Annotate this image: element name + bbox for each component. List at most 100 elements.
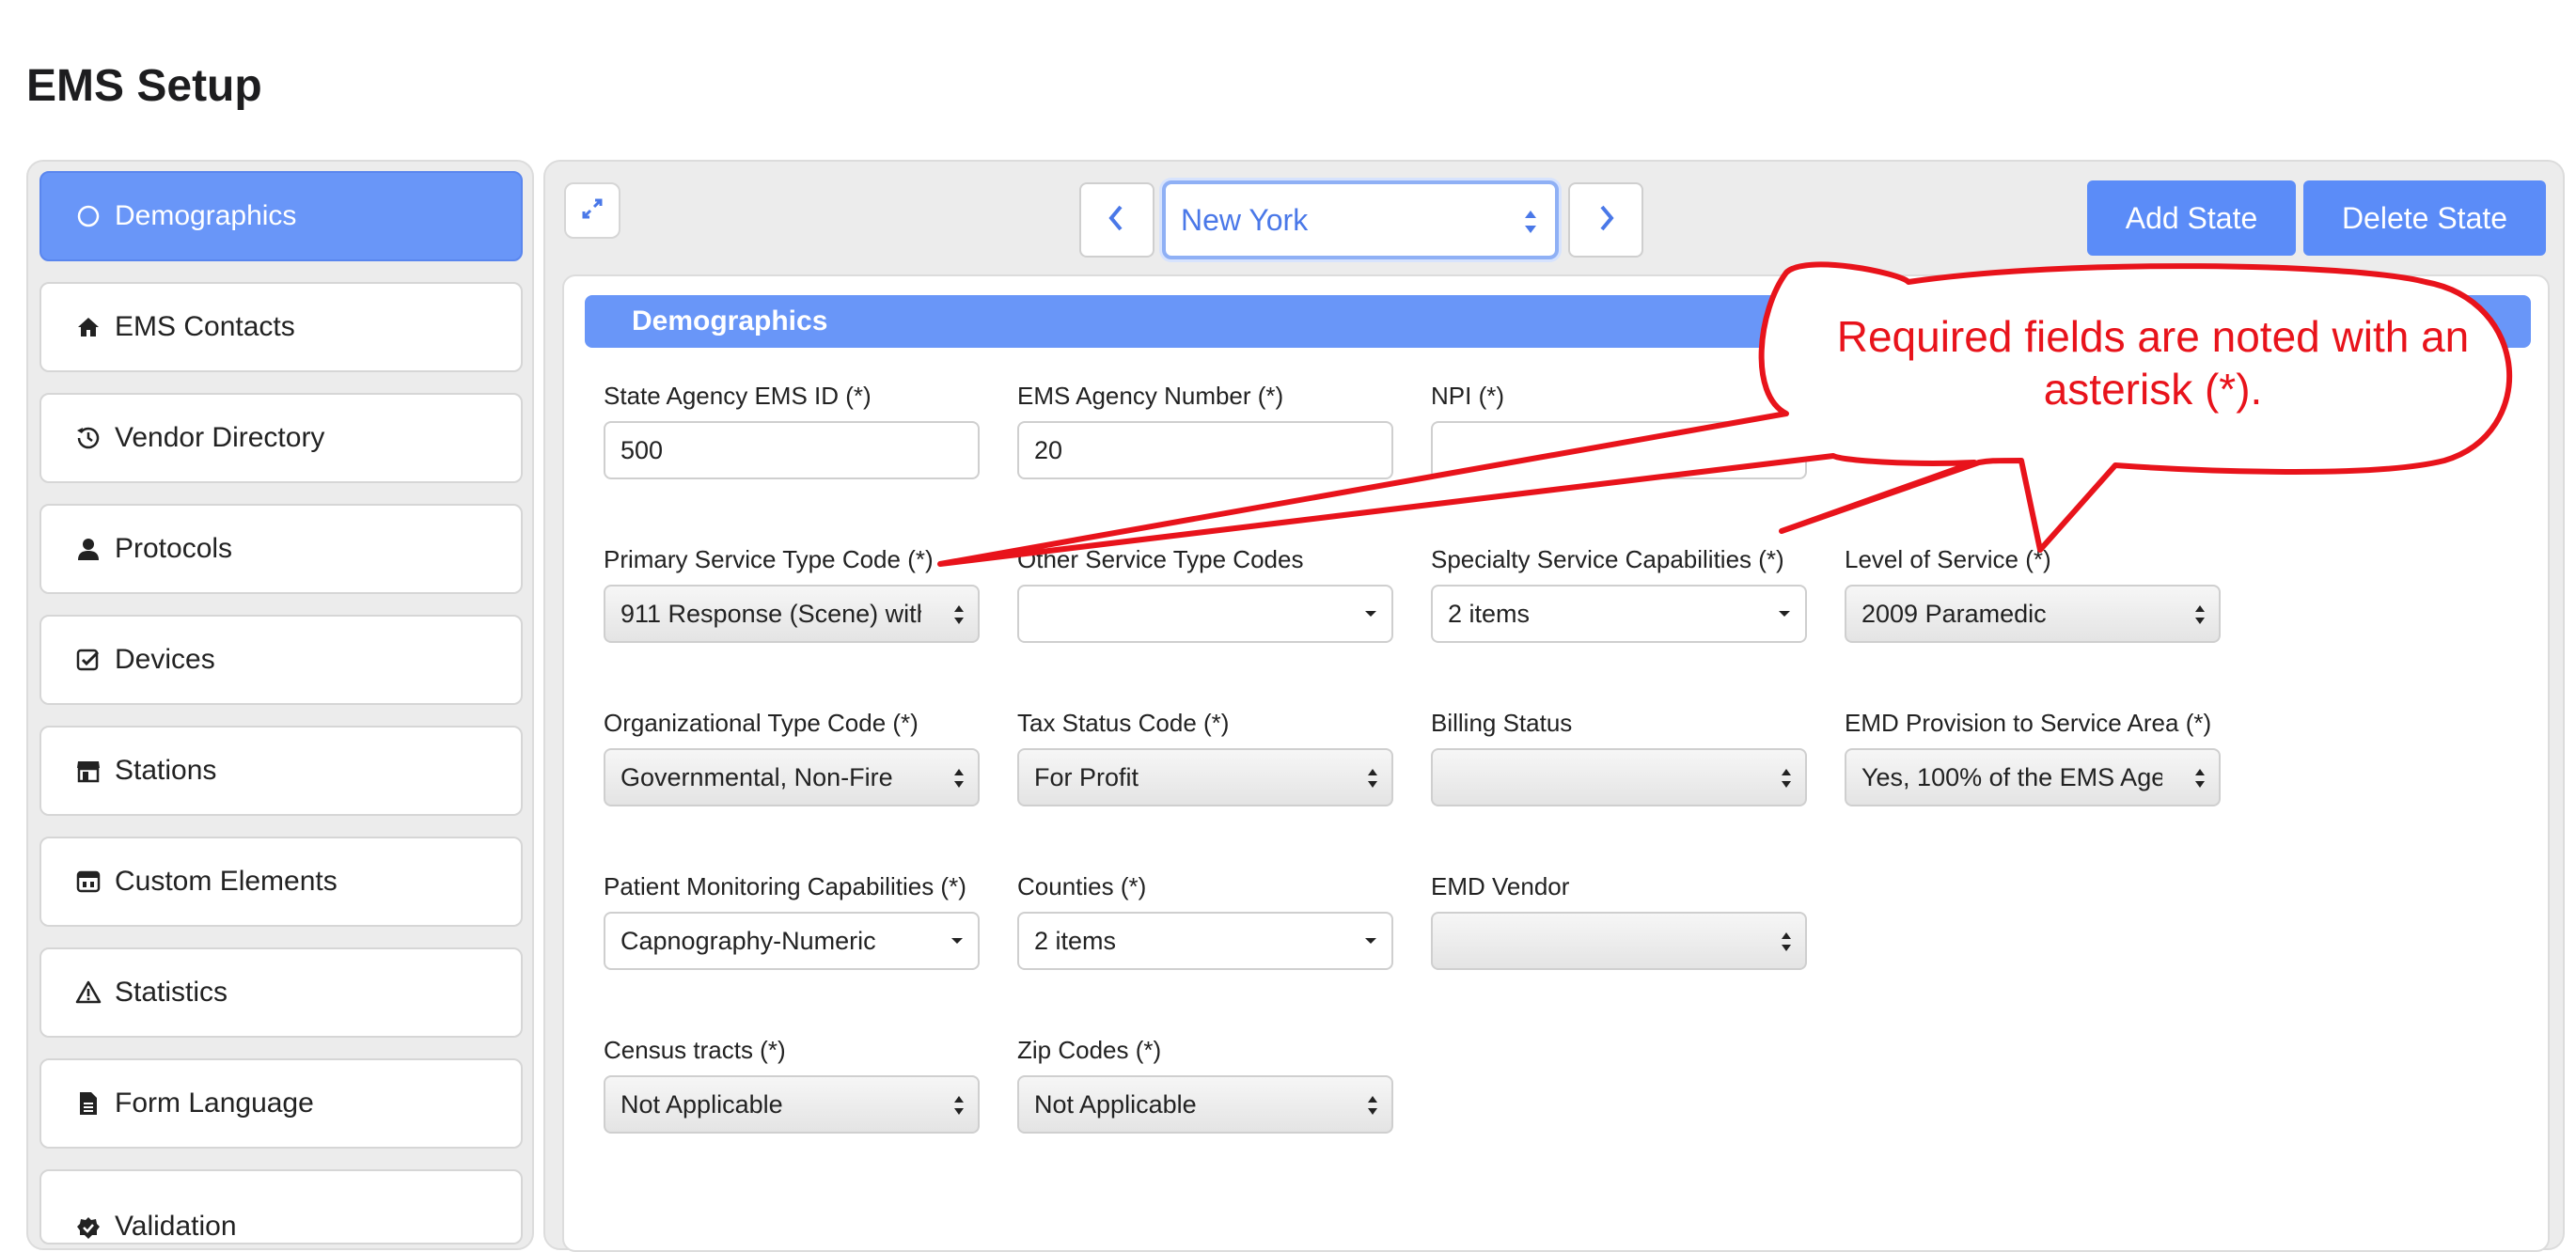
sidebar-item-label: Protocols xyxy=(115,533,233,564)
store-icon xyxy=(71,757,105,785)
state-agency-ems-id-input[interactable]: 500 xyxy=(604,421,980,479)
page-title: EMS Setup xyxy=(26,61,262,111)
field-level-of-service: Level of Service (*) 2009 Paramedic xyxy=(1845,543,2221,643)
tax-status-select[interactable]: For Profit xyxy=(1017,748,1393,806)
sidebar-item-label: Stations xyxy=(115,755,217,786)
sidebar-item-label: Demographics xyxy=(115,200,297,231)
other-service-type-select[interactable] xyxy=(1017,585,1393,643)
emd-vendor-select[interactable] xyxy=(1431,912,1807,970)
caret-down-icon xyxy=(1363,587,1378,641)
field-label: Zip Codes (*) xyxy=(1017,1036,1162,1064)
sidebar-item-stations[interactable]: Stations xyxy=(39,726,523,816)
select-arrows-icon xyxy=(1365,1090,1380,1120)
counties-select[interactable]: 2 items xyxy=(1017,912,1393,970)
field-organizational-type-code: Organizational Type Code (*) Governmenta… xyxy=(604,707,980,806)
field-state-agency-ems-id: State Agency EMS ID (*) 500 xyxy=(604,380,980,479)
npi-input[interactable] xyxy=(1431,421,1807,479)
chevron-left-icon xyxy=(1106,203,1128,238)
field-label: NPI (*) xyxy=(1431,382,1504,410)
check-square-icon xyxy=(71,646,105,674)
zip-codes-select[interactable]: Not Applicable xyxy=(1017,1075,1393,1134)
caret-down-icon xyxy=(1777,587,1792,641)
add-state-button[interactable]: Add State xyxy=(2087,180,2296,256)
sidebar-item-devices[interactable]: Devices xyxy=(39,615,523,705)
field-ems-agency-number: EMS Agency Number (*) 20 xyxy=(1017,380,1393,479)
census-tracts-select[interactable]: Not Applicable xyxy=(604,1075,980,1134)
field-label: Billing Status xyxy=(1431,709,1573,737)
sidebar-item-statistics[interactable]: Statistics xyxy=(39,947,523,1038)
sidebar-item-label: Validation xyxy=(115,1211,237,1242)
emd-provision-select[interactable]: Yes, 100% of the EMS Agency's Service Ar… xyxy=(1845,748,2221,806)
field-zip-codes: Zip Codes (*) Not Applicable xyxy=(1017,1034,1393,1134)
patient-monitoring-select[interactable]: Capnography-Numeric xyxy=(604,912,980,970)
select-arrows-icon xyxy=(951,1090,966,1120)
select-arrows-icon xyxy=(1521,203,1540,241)
field-label: Primary Service Type Code (*) xyxy=(604,545,934,573)
field-label: EMD Vendor xyxy=(1431,872,1570,900)
sidebar-item-label: EMS Contacts xyxy=(115,311,295,342)
ems-agency-number-input[interactable]: 20 xyxy=(1017,421,1393,479)
expand-button[interactable] xyxy=(564,182,620,239)
select-arrows-icon xyxy=(2192,600,2207,630)
billing-status-select[interactable] xyxy=(1431,748,1807,806)
field-label: Other Service Type Codes xyxy=(1017,545,1304,573)
field-primary-service-type-code: Primary Service Type Code (*) 911 Respon… xyxy=(604,543,980,643)
state-select[interactable]: New York xyxy=(1162,180,1559,259)
sidebar-item-label: Form Language xyxy=(115,1088,314,1119)
demographics-form: Demographics State Agency EMS ID (*) 500… xyxy=(562,274,2550,1252)
caret-down-icon xyxy=(1363,914,1378,968)
field-emd-provision: EMD Provision to Service Area (*) Yes, 1… xyxy=(1845,707,2221,806)
field-label: Counties (*) xyxy=(1017,872,1147,900)
select-arrows-icon xyxy=(1779,927,1794,957)
field-billing-status: Billing Status xyxy=(1431,707,1807,806)
field-census-tracts: Census tracts (*) Not Applicable xyxy=(604,1034,980,1134)
sidebar-item-validation[interactable]: Validation xyxy=(39,1169,523,1244)
field-label: Organizational Type Code (*) xyxy=(604,709,919,737)
chevron-right-icon xyxy=(1594,203,1617,238)
field-npi: NPI (*) xyxy=(1431,380,1807,479)
field-label: Specialty Service Capabilities (*) xyxy=(1431,545,1784,573)
select-arrows-icon xyxy=(1365,763,1380,793)
field-label: Level of Service (*) xyxy=(1845,545,2051,573)
select-arrows-icon xyxy=(2192,763,2207,793)
specialty-service-select[interactable]: 2 items xyxy=(1431,585,1807,643)
organizational-type-select[interactable]: Governmental, Non-Fire xyxy=(604,748,980,806)
field-label: Tax Status Code (*) xyxy=(1017,709,1230,737)
field-label: EMS Agency Number (*) xyxy=(1017,382,1284,410)
caret-down-icon xyxy=(950,914,965,968)
sidebar-item-demographics[interactable]: Demographics xyxy=(39,171,523,261)
sidebar-item-ems-contacts[interactable]: EMS Contacts xyxy=(39,282,523,372)
field-other-service-type-codes: Other Service Type Codes xyxy=(1017,543,1393,643)
level-of-service-select[interactable]: 2009 Paramedic xyxy=(1845,585,2221,643)
field-emd-vendor: EMD Vendor xyxy=(1431,870,1807,970)
field-tax-status-code: Tax Status Code (*) For Profit xyxy=(1017,707,1393,806)
field-label: EMD Provision to Service Area (*) xyxy=(1845,709,2212,737)
sidebar-item-label: Custom Elements xyxy=(115,866,338,897)
user-icon xyxy=(71,535,105,563)
sidebar-item-protocols[interactable]: Protocols xyxy=(39,504,523,594)
next-state-button[interactable] xyxy=(1568,182,1643,258)
field-label: State Agency EMS ID (*) xyxy=(604,382,872,410)
sidebar-item-vendor-directory[interactable]: Vendor Directory xyxy=(39,393,523,483)
history-icon xyxy=(71,424,105,452)
circle-icon xyxy=(71,202,105,230)
warning-icon xyxy=(71,978,105,1007)
select-arrows-icon xyxy=(951,763,966,793)
delete-state-button[interactable]: Delete State xyxy=(2303,180,2546,256)
badge-check-icon xyxy=(71,1214,105,1243)
sidebar-item-form-language[interactable]: Form Language xyxy=(39,1058,523,1149)
state-select-value: New York xyxy=(1181,202,1309,237)
document-icon xyxy=(71,1089,105,1118)
sidebar-item-label: Statistics xyxy=(115,977,228,1008)
primary-service-type-select[interactable]: 911 Response (Scene) with Transport xyxy=(604,585,980,643)
callout-text: Required fields are noted with an asteri… xyxy=(1836,312,2470,414)
sidebar: Demographics EMS Contacts Vendor Directo… xyxy=(26,160,534,1250)
calendar-grid-icon xyxy=(71,868,105,896)
field-label: Patient Monitoring Capabilities (*) xyxy=(604,872,966,900)
sidebar-item-label: Vendor Directory xyxy=(115,422,325,453)
previous-state-button[interactable] xyxy=(1079,182,1154,258)
field-patient-monitoring-capabilities: Patient Monitoring Capabilities (*) Capn… xyxy=(604,870,980,970)
select-arrows-icon xyxy=(951,600,966,630)
home-icon xyxy=(71,313,105,341)
sidebar-item-custom-elements[interactable]: Custom Elements xyxy=(39,837,523,927)
